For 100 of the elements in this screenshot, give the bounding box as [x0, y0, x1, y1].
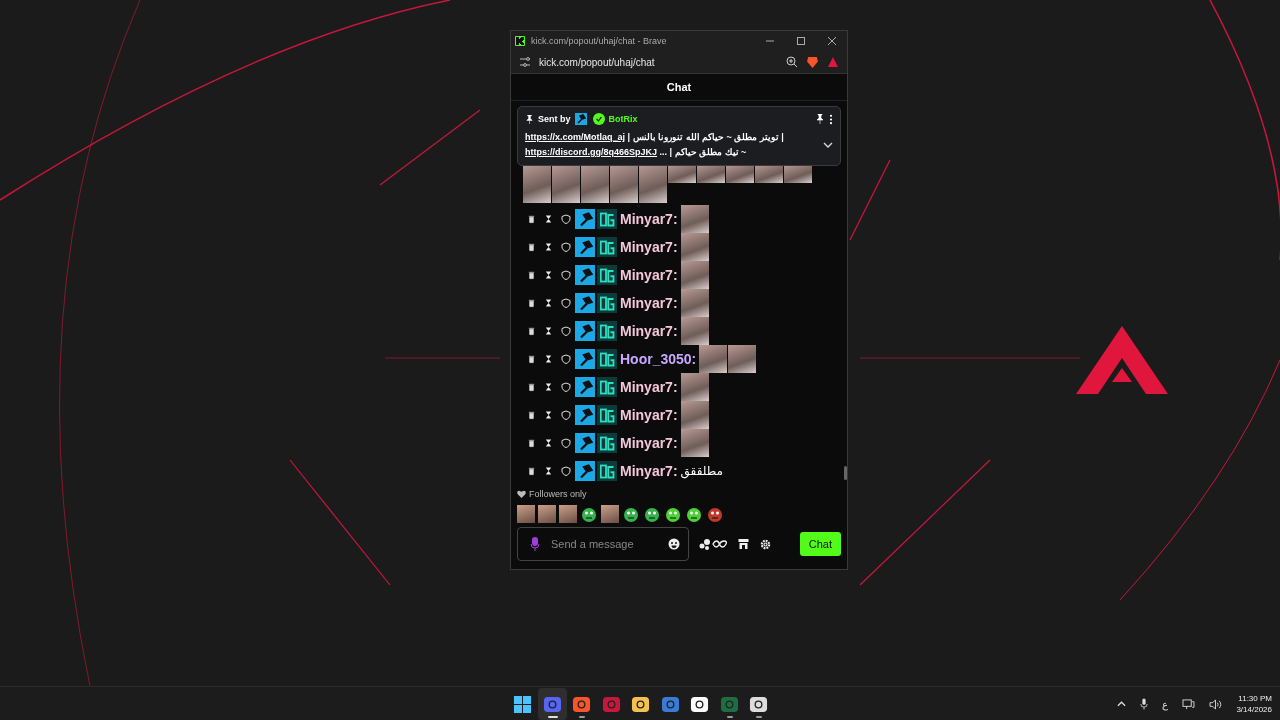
- hammer-badge-icon: [574, 113, 587, 125]
- close-icon[interactable]: [826, 36, 837, 46]
- link[interactable]: https://x.com/Motlaq_aj: [525, 132, 625, 142]
- hammer-badge-icon: [575, 321, 595, 341]
- app-icon[interactable]: [631, 694, 651, 714]
- shield-icon[interactable]: [561, 326, 571, 336]
- frog-emote-icon[interactable]: [643, 505, 661, 523]
- username[interactable]: Minyar7:: [620, 295, 678, 311]
- delete-icon[interactable]: [527, 270, 536, 280]
- logo-icon: [1076, 326, 1168, 394]
- settings-icon[interactable]: [760, 538, 771, 550]
- network-icon[interactable]: [1182, 698, 1196, 710]
- unpin-icon[interactable]: [815, 114, 825, 124]
- delete-icon[interactable]: [527, 382, 536, 392]
- hammer-badge-icon: [575, 349, 595, 369]
- hourglass-icon[interactable]: [544, 214, 553, 224]
- shield-icon[interactable]: [561, 242, 571, 252]
- hourglass-icon[interactable]: [544, 242, 553, 252]
- author-name[interactable]: BotRix: [608, 114, 638, 124]
- scrollbar[interactable]: [844, 466, 847, 480]
- site-settings-icon[interactable]: [519, 56, 531, 68]
- delete-icon[interactable]: [527, 326, 536, 336]
- chat-title: Chat: [666, 81, 692, 93]
- hourglass-icon[interactable]: [544, 382, 553, 392]
- og-badge-icon: [597, 209, 617, 229]
- hourglass-icon[interactable]: [544, 466, 553, 476]
- store-icon[interactable]: [737, 538, 750, 550]
- emote-image: [680, 289, 709, 317]
- delete-icon[interactable]: [527, 410, 536, 420]
- hourglass-icon[interactable]: [544, 354, 553, 364]
- message-text: مطلققق: [680, 464, 723, 478]
- username[interactable]: Hoor_3050:: [620, 351, 697, 367]
- zoom-icon[interactable]: [786, 56, 798, 68]
- emote-image: [728, 345, 757, 373]
- delete-icon[interactable]: [527, 214, 536, 224]
- shield-icon[interactable]: [561, 214, 571, 224]
- delete-icon[interactable]: [527, 438, 536, 448]
- username[interactable]: Minyar7:: [620, 211, 678, 227]
- verified-icon: [592, 113, 605, 125]
- og-badge-icon: [597, 237, 617, 257]
- username[interactable]: Minyar7:: [620, 435, 678, 451]
- link[interactable]: https://discord.gg/8q466SpJKJ: [525, 147, 658, 157]
- shield-icon[interactable]: [561, 382, 571, 392]
- maximize-icon[interactable]: [795, 36, 806, 46]
- hammer-badge-icon: [575, 377, 595, 397]
- hammer-badge-icon: [575, 237, 595, 257]
- og-badge-icon: [597, 461, 617, 481]
- emote-image: [680, 205, 709, 233]
- hourglass-icon[interactable]: [544, 270, 553, 280]
- delete-icon[interactable]: [527, 466, 536, 476]
- message-input[interactable]: Send a message: [517, 527, 689, 561]
- hourglass-icon[interactable]: [544, 438, 553, 448]
- shield-icon[interactable]: [561, 466, 571, 476]
- more-icon[interactable]: [829, 113, 833, 125]
- emote-image[interactable]: [538, 505, 556, 523]
- app-icon[interactable]: [690, 694, 710, 714]
- shield-icon[interactable]: [561, 438, 571, 448]
- app-icon[interactable]: [749, 694, 769, 714]
- send-button[interactable]: Chat: [799, 532, 841, 556]
- taskbar-button[interactable]: [537, 688, 567, 720]
- username[interactable]: Minyar7:: [620, 463, 678, 479]
- emote-image[interactable]: [517, 505, 535, 523]
- angry-emote-icon[interactable]: [706, 505, 724, 523]
- emote-image: [680, 233, 709, 261]
- blob-emote-icon[interactable]: [685, 505, 703, 523]
- hourglass-icon[interactable]: [544, 326, 553, 336]
- shield-icon[interactable]: [561, 298, 571, 308]
- frog-emote-icon[interactable]: [580, 505, 598, 523]
- expand-icon[interactable]: [823, 142, 833, 148]
- username[interactable]: Minyar7:: [620, 267, 678, 283]
- delete-icon[interactable]: [527, 242, 536, 252]
- language-indicator[interactable]: ع: [1162, 698, 1169, 710]
- shield-icon[interactable]: [561, 270, 571, 280]
- clock-date[interactable]: 3/14/2026: [1236, 704, 1272, 715]
- hammer-badge-icon: [575, 405, 595, 425]
- hammer-badge-icon: [575, 265, 595, 285]
- hammer-badge-icon: [575, 209, 595, 229]
- chevron-up-icon[interactable]: [1117, 701, 1127, 707]
- shield-icon[interactable]: [561, 354, 571, 364]
- speaker-icon[interactable]: [1209, 698, 1223, 710]
- shield-icon[interactable]: [561, 410, 571, 420]
- delete-icon[interactable]: [527, 354, 536, 364]
- start-icon[interactable]: [513, 694, 533, 714]
- og-badge-icon: [597, 293, 617, 313]
- blob-emote-icon[interactable]: [664, 505, 682, 523]
- username[interactable]: Minyar7:: [620, 239, 678, 255]
- username[interactable]: Minyar7:: [620, 379, 678, 395]
- triangle-icon[interactable]: [827, 56, 839, 68]
- clock-time[interactable]: 11:30 PM: [1238, 693, 1272, 704]
- microphone-icon[interactable]: [1140, 698, 1149, 710]
- emoji-icon[interactable]: [668, 538, 680, 550]
- points-icon[interactable]: [699, 538, 727, 550]
- delete-icon[interactable]: [527, 298, 536, 308]
- hourglass-icon[interactable]: [544, 410, 553, 420]
- og-badge-icon: [597, 377, 617, 397]
- hourglass-icon[interactable]: [544, 298, 553, 308]
- username[interactable]: Minyar7:: [620, 323, 678, 339]
- frog-emote-icon[interactable]: [622, 505, 640, 523]
- username[interactable]: Minyar7:: [620, 407, 678, 423]
- hammer-badge-icon: [575, 293, 595, 313]
